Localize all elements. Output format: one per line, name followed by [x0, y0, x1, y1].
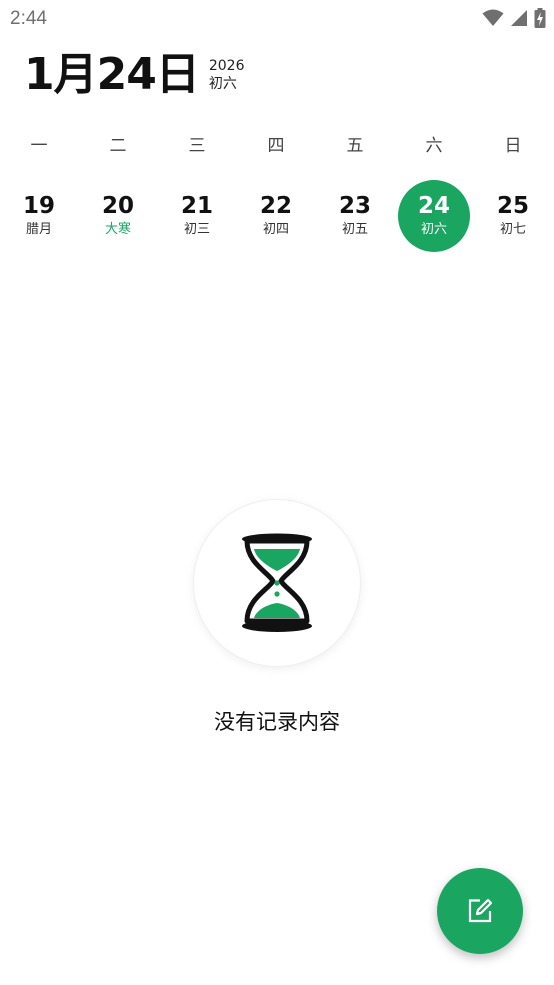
weekday-label: 二 [109, 136, 127, 156]
status-icons [482, 8, 546, 28]
weekday-label: 五 [346, 136, 364, 156]
current-date-title: 1月24日 [24, 49, 200, 100]
day-solar-term-label: 大寒 [104, 222, 131, 237]
empty-state-text: 没有记录内容 [214, 710, 340, 734]
day-cell[interactable]: 23 初五 [319, 180, 391, 252]
day-number: 25 [496, 193, 529, 219]
day-lunar-label: 初三 [183, 222, 210, 237]
day-lunar-label: 腊月 [25, 222, 52, 237]
day-cell-selected[interactable]: 24 初六 [398, 180, 470, 252]
day-number: 21 [180, 193, 213, 219]
wifi-icon [482, 9, 504, 26]
empty-state-illustration [194, 500, 360, 666]
current-year: 2026 [208, 58, 245, 74]
weekday-label: 四 [267, 136, 285, 156]
add-record-button[interactable] [437, 868, 523, 954]
day-lunar-label: 初五 [341, 222, 368, 237]
cellular-signal-icon [511, 10, 527, 26]
edit-icon [468, 898, 493, 923]
current-lunar-date: 初六 [208, 76, 237, 92]
day-cell[interactable]: 22 初四 [240, 180, 312, 252]
weekday-header: 一 二 三 四 五 六 日 [0, 128, 554, 156]
weekday-label: 一 [30, 136, 48, 156]
battery-charging-icon [534, 8, 546, 28]
day-lunar-label: 初四 [262, 222, 289, 237]
day-cell[interactable]: 19 腊月 [3, 180, 75, 252]
week-days-row: 19 腊月 20 大寒 21 初三 22 初四 23 初五 24 初六 25 初… [0, 180, 554, 254]
weekday-label: 日 [504, 136, 522, 156]
day-number: 24 [417, 193, 450, 219]
day-number: 23 [338, 193, 371, 219]
day-number: 20 [101, 193, 134, 219]
status-time: 2:44 [10, 8, 47, 29]
day-number: 19 [22, 193, 55, 219]
weekday-label: 三 [188, 136, 206, 156]
day-cell[interactable]: 21 初三 [161, 180, 233, 252]
day-cell[interactable]: 20 大寒 [82, 180, 154, 252]
day-lunar-label: 初七 [499, 222, 526, 237]
status-bar: 2:44 [0, 0, 554, 38]
date-side-info: 2026 初六 [209, 57, 245, 93]
hourglass-icon [242, 533, 312, 632]
weekday-label: 六 [425, 136, 443, 156]
date-header: 1月24日 2026 初六 [24, 50, 245, 100]
day-number: 22 [259, 193, 292, 219]
day-cell[interactable]: 25 初七 [477, 180, 549, 252]
day-lunar-label: 初六 [420, 222, 447, 237]
